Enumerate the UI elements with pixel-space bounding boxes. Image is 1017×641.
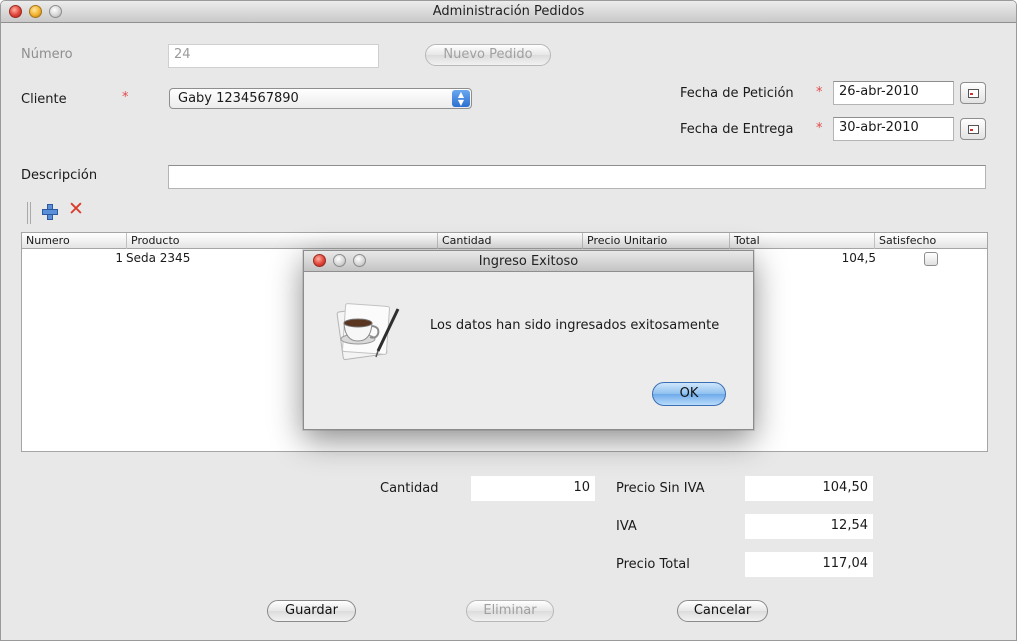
fecha-peticion-calendar-button[interactable]: [960, 82, 986, 104]
column-header-producto[interactable]: Producto: [127, 233, 438, 249]
ingreso-exitoso-dialog: Ingreso Exitoso Los datos han sido ingre…: [303, 250, 754, 430]
column-header-total[interactable]: Total: [730, 233, 875, 249]
guardar-button[interactable]: Guardar: [267, 600, 356, 622]
fecha-entrega-label: Fecha de Entrega: [680, 122, 794, 137]
fecha-peticion-field[interactable]: 26-abr-2010: [833, 81, 954, 105]
window-title: Administración Pedidos: [432, 4, 585, 19]
descripcion-field[interactable]: [168, 165, 986, 189]
title-bar: Administración Pedidos: [1, 1, 1016, 23]
numero-label: Número: [21, 47, 73, 62]
dialog-title: Ingreso Exitoso: [478, 254, 579, 269]
cancelar-button[interactable]: Cancelar: [677, 600, 768, 622]
fecha-entrega-field[interactable]: 30-abr-2010: [833, 117, 954, 141]
ok-button[interactable]: OK: [652, 382, 726, 406]
cantidad-field: 10: [471, 476, 595, 501]
fecha-entrega-calendar-button[interactable]: [960, 118, 986, 140]
precio-sin-iva-field: 104,50: [745, 476, 873, 501]
row-numero: 1: [115, 251, 123, 265]
column-header-cantidad[interactable]: Cantidad: [438, 233, 583, 249]
plus-icon[interactable]: [41, 203, 58, 220]
cantidad-label: Cantidad: [380, 481, 439, 496]
dialog-message: Los datos han sido ingresados exitosamen…: [430, 318, 720, 333]
toolbar-grip: [27, 202, 31, 224]
cliente-label: Cliente: [21, 92, 67, 107]
precio-total-field: 117,04: [745, 552, 873, 577]
column-header-precio-unitario[interactable]: Precio Unitario: [583, 233, 730, 249]
cliente-select-value: Gaby 1234567890: [178, 91, 299, 106]
iva-field: 12,54: [745, 514, 873, 539]
column-header-satisfecho[interactable]: Satisfecho: [875, 233, 987, 249]
select-arrows-icon: ▲ ▼: [452, 90, 470, 107]
calendar-icon: [968, 125, 979, 134]
fecha-peticion-required-mark: *: [816, 85, 823, 100]
dialog-title-bar: Ingreso Exitoso: [304, 251, 753, 272]
numero-field: 24: [168, 44, 379, 68]
fecha-peticion-label: Fecha de Petición: [680, 86, 794, 101]
row-producto: Seda 2345: [126, 251, 191, 265]
cliente-select[interactable]: Gaby 1234567890 ▲ ▼: [169, 88, 472, 109]
calendar-icon: [968, 89, 979, 98]
nuevo-pedido-button: Nuevo Pedido: [425, 44, 551, 66]
descripcion-label: Descripción: [21, 168, 98, 183]
main-window: Administración Pedidos Número 24 Nuevo P…: [0, 0, 1017, 641]
fecha-entrega-required-mark: *: [816, 121, 823, 136]
precio-sin-iva-label: Precio Sin IVA: [616, 481, 705, 496]
table-header: Numero Producto Cantidad Precio Unitario…: [22, 233, 987, 249]
column-header-numero[interactable]: Numero: [22, 233, 127, 249]
iva-label: IVA: [616, 519, 637, 534]
eliminar-button: Eliminar: [466, 600, 554, 622]
coffee-cup-icon: [336, 303, 400, 361]
x-icon[interactable]: ✕: [68, 199, 84, 219]
precio-total-label: Precio Total: [616, 557, 690, 572]
row-satisfecho-checkbox[interactable]: [924, 252, 938, 266]
cliente-required-mark: *: [122, 90, 129, 105]
